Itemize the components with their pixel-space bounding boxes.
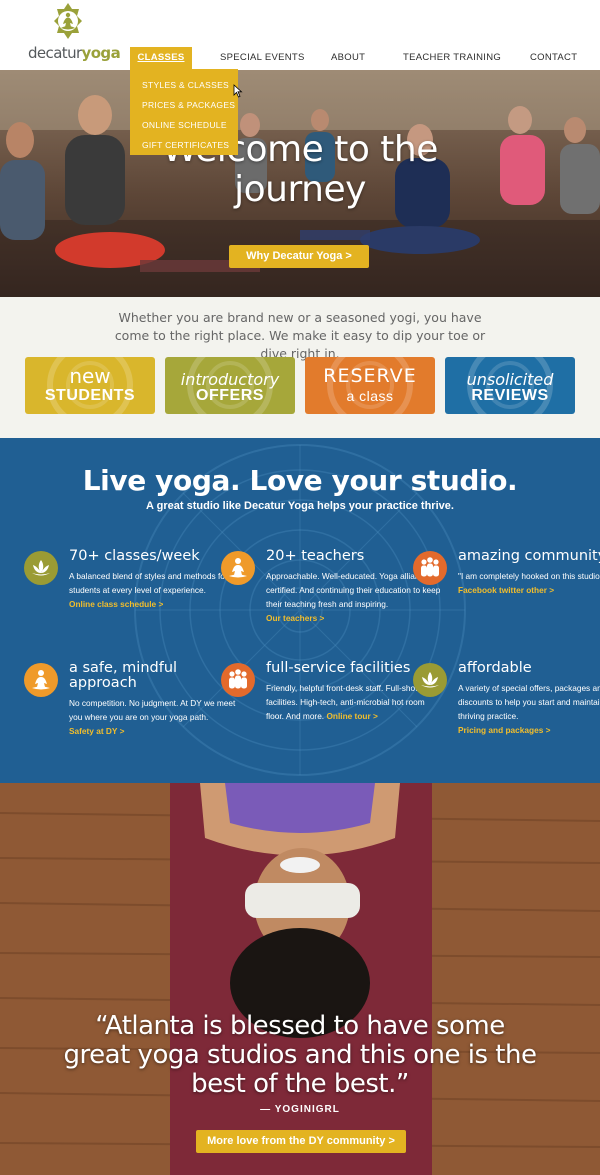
classes-dropdown-menu: STYLES & CLASSES PRICES & PACKAGES ONLIN… bbox=[130, 69, 238, 155]
hero-title: Welcome to the journey bbox=[162, 129, 438, 210]
tile-introductory-offers[interactable]: introductory OFFERS bbox=[165, 357, 295, 414]
online-tour-link[interactable]: Online tour > bbox=[326, 711, 377, 721]
dropdown-item-prices-packages[interactable]: PRICES & PACKAGES bbox=[130, 95, 238, 115]
testimonial-author: — YOGINIGRL bbox=[260, 1104, 340, 1115]
intro-section: Whether you are brand new or a seasoned … bbox=[0, 297, 600, 438]
tile-new-line2: STUDENTS bbox=[44, 387, 136, 404]
feature-text: "I am completely hooked on this studio..… bbox=[458, 571, 600, 581]
community-icon bbox=[221, 663, 255, 697]
woman-resting-on-mat-photo bbox=[0, 783, 600, 1175]
our-teachers-link[interactable]: Our teachers > bbox=[266, 611, 441, 625]
tile-reserve-line1: RESERVE bbox=[323, 365, 417, 387]
feature-community: amazing community "I am completely hooke… bbox=[413, 548, 600, 597]
nav-about[interactable]: ABOUT bbox=[331, 47, 365, 69]
mouse-cursor-icon bbox=[233, 84, 243, 98]
dropdown-item-gift-certificates[interactable]: GIFT CERTIFICATES bbox=[130, 135, 238, 155]
dropdown-item-online-schedule[interactable]: ONLINE SCHEDULE bbox=[130, 115, 238, 135]
feature-safe-approach: a safe, mindful approach No competition.… bbox=[24, 660, 244, 738]
tile-reserve-line2: a class bbox=[346, 388, 394, 404]
testimonial-quote: “Atlanta is blessed to have some great y… bbox=[63, 1011, 537, 1099]
features-subtitle: A great studio like Decatur Yoga helps y… bbox=[146, 500, 454, 512]
nav-teacher-training[interactable]: TEACHER TRAINING bbox=[403, 47, 501, 69]
nav-classes[interactable]: CLASSES bbox=[130, 47, 192, 69]
tile-offers-line2: OFFERS bbox=[196, 387, 264, 404]
community-icon bbox=[413, 551, 447, 585]
feature-heading: a safe, mindful approach bbox=[69, 660, 178, 691]
nav-contact[interactable]: CONTACT bbox=[530, 47, 577, 69]
safety-at-dy-link[interactable]: Safety at DY > bbox=[69, 724, 244, 738]
logo-wordmark: decaturyoga bbox=[28, 44, 121, 62]
meditation-icon bbox=[221, 551, 255, 585]
pricing-and-packages-link[interactable]: Pricing and packages > bbox=[458, 723, 600, 737]
features-title: Live yoga. Love your studio. bbox=[82, 464, 518, 497]
dropdown-item-styles-classes[interactable]: STYLES & CLASSES bbox=[130, 75, 238, 95]
tile-reviews-line2: REVIEWS bbox=[471, 387, 549, 404]
main-nav: CLASSES SPECIAL EVENTS ABOUT TEACHER TRA… bbox=[130, 47, 600, 69]
feature-heading: affordable bbox=[458, 660, 532, 676]
tile-new-students[interactable]: new STUDENTS bbox=[25, 357, 155, 414]
tile-reserve-class[interactable]: RESERVE a class bbox=[305, 357, 435, 414]
feature-heading: amazing community bbox=[458, 548, 600, 564]
tile-new-line1: new bbox=[69, 364, 111, 388]
feature-text: A balanced blend of styles and methods f… bbox=[69, 571, 228, 595]
online-class-schedule-link[interactable]: Online class schedule > bbox=[69, 597, 244, 611]
feature-text: A variety of special offers, packages an… bbox=[458, 683, 600, 721]
tile-unsolicited-reviews[interactable]: unsolicited REVIEWS bbox=[445, 357, 575, 414]
meditation-icon bbox=[24, 663, 58, 697]
lotus-icon bbox=[413, 663, 447, 697]
why-decatur-yoga-button[interactable]: Why Decatur Yoga > bbox=[229, 245, 369, 268]
features-section: Live yoga. Love your studio. A great stu… bbox=[0, 438, 600, 783]
feature-heading: 70+ classes/week bbox=[69, 548, 200, 564]
social-links[interactable]: Facebook twitter other > bbox=[458, 583, 600, 597]
lotus-icon bbox=[24, 551, 58, 585]
nav-special-events[interactable]: SPECIAL EVENTS bbox=[220, 47, 305, 69]
site-logo[interactable]: decaturyoga bbox=[28, 2, 121, 66]
hero-banner: Welcome to the journey Why Decatur Yoga > bbox=[0, 70, 600, 297]
page: decaturyoga CLASSES SPECIAL EVENTS ABOUT… bbox=[0, 0, 600, 1175]
feature-classes: 70+ classes/week A balanced blend of sty… bbox=[24, 548, 244, 611]
feature-affordable: affordable A variety of special offers, … bbox=[413, 660, 600, 737]
testimonial-section: “Atlanta is blessed to have some great y… bbox=[0, 783, 600, 1175]
site-header: decaturyoga CLASSES SPECIAL EVENTS ABOUT… bbox=[0, 0, 600, 70]
intro-text: Whether you are brand new or a seasoned … bbox=[114, 310, 486, 361]
feature-text: No competition. No judgment. At DY we me… bbox=[69, 698, 236, 722]
lotus-logo-icon bbox=[54, 3, 82, 39]
more-love-button[interactable]: More love from the DY community > bbox=[196, 1130, 406, 1153]
